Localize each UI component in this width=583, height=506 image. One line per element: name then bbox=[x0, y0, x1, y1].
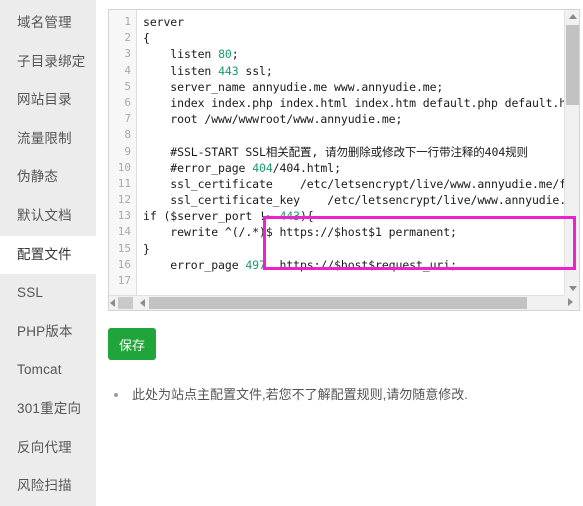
scroll-up-arrow-icon[interactable] bbox=[569, 14, 577, 19]
sidebar-item-12[interactable]: 风险扫描 bbox=[0, 467, 96, 506]
sidebar-item-4[interactable]: 伪静态 bbox=[0, 158, 96, 197]
line-number: 6 bbox=[124, 95, 131, 109]
line-number: 1 bbox=[124, 15, 131, 28]
line-number: 15 bbox=[117, 241, 131, 255]
line-number: 14 bbox=[117, 225, 131, 239]
sidebar-item-5[interactable]: 默认文档 bbox=[0, 197, 96, 236]
gutter-scrollbar[interactable] bbox=[109, 296, 137, 310]
code-line[interactable]: server bbox=[143, 14, 564, 30]
gutter-scrollbar-thumb[interactable] bbox=[118, 297, 133, 309]
scroll-down-arrow-icon[interactable] bbox=[569, 286, 577, 291]
note-text: 此处为站点主配置文件,若您不了解配置规则,请勿随意修改. bbox=[132, 387, 468, 402]
line-number: 13 bbox=[117, 209, 131, 223]
line-number: 4 bbox=[124, 63, 131, 77]
code-line[interactable] bbox=[143, 127, 564, 143]
sidebar-item-9[interactable]: Tomcat bbox=[0, 351, 96, 390]
line-number: 10 bbox=[117, 160, 131, 174]
note-item: 此处为站点主配置文件,若您不了解配置规则,请勿随意修改. bbox=[108, 385, 468, 405]
code-text-area[interactable]: server{ listen 80; listen 443 ssl; serve… bbox=[137, 10, 564, 295]
line-number: 9 bbox=[124, 144, 131, 158]
code-line[interactable]: #error_page 404/404.html; bbox=[143, 160, 564, 176]
code-line[interactable]: #SSL-START SSL相关配置, 请勿删除或修改下一行带注释的404规则 bbox=[143, 144, 564, 160]
sidebar-item-1[interactable]: 子目录绑定 bbox=[0, 43, 96, 82]
code-line[interactable]: ssl_certificate_key /etc/letsencrypt/liv… bbox=[143, 192, 564, 208]
line-number: 8 bbox=[124, 128, 131, 142]
line-number: 2 bbox=[124, 31, 131, 45]
save-button[interactable]: 保存 bbox=[108, 328, 156, 360]
sidebar-item-3[interactable]: 流量限制 bbox=[0, 120, 96, 159]
code-line[interactable]: root /www/wwwroot/www.annyudie.me; bbox=[143, 111, 564, 127]
scrollbar-corner[interactable] bbox=[564, 295, 579, 310]
sidebar-item-10[interactable]: 301重定向 bbox=[0, 390, 96, 429]
sidebar: 域名管理 子目录绑定 网站目录 流量限制 伪静态 默认文档 配置文件 SSL PHP版本 Tomc… bbox=[0, 0, 96, 506]
line-number: 11 bbox=[117, 176, 131, 190]
line-number: 7 bbox=[124, 112, 131, 126]
code-line[interactable] bbox=[143, 273, 564, 289]
line-number: 16 bbox=[117, 257, 131, 271]
code-line[interactable]: if ($server_port !~ 443){ bbox=[143, 208, 564, 224]
editor-horizontal-scrollbar[interactable] bbox=[109, 295, 564, 310]
sidebar-item-2[interactable]: 网站目录 bbox=[0, 81, 96, 120]
code-line[interactable]: error_page 497 https://$host$request_uri… bbox=[143, 257, 564, 273]
sidebar-item-7[interactable]: SSL bbox=[0, 274, 96, 313]
sidebar-item-0[interactable]: 域名管理 bbox=[0, 4, 96, 43]
line-number-gutter: 1 2 3 4 5 6 7 8 9 10 11 12 13 14 15 16 17 bbox=[109, 10, 137, 295]
code-line[interactable]: } bbox=[143, 241, 564, 257]
code-line[interactable]: { bbox=[143, 30, 564, 46]
horizontal-scrollbar-thumb[interactable] bbox=[149, 297, 527, 309]
bullet-icon bbox=[114, 393, 118, 397]
line-number: 5 bbox=[124, 79, 131, 93]
line-number: 12 bbox=[117, 193, 131, 207]
code-line[interactable]: ssl_certificate /etc/letsencrypt/live/ww… bbox=[143, 176, 564, 192]
horizontal-scrollbar-track[interactable] bbox=[138, 296, 564, 310]
code-line[interactable]: listen 443 ssl; bbox=[143, 63, 564, 79]
line-number: 17 bbox=[117, 274, 131, 287]
gutter-scroll-left-arrow-icon[interactable] bbox=[110, 299, 115, 307]
sidebar-item-6[interactable]: 配置文件 bbox=[0, 235, 96, 275]
sidebar-item-11[interactable]: 反向代理 bbox=[0, 429, 96, 468]
code-line[interactable]: rewrite ^(/.*)$ https://$host$1 permanen… bbox=[143, 224, 564, 240]
line-number: 3 bbox=[124, 47, 131, 61]
editor-vertical-scrollbar[interactable] bbox=[564, 10, 579, 295]
code-line[interactable]: index index.php index.html index.htm def… bbox=[143, 95, 564, 111]
sidebar-item-8[interactable]: PHP版本 bbox=[0, 313, 96, 352]
scroll-left-arrow-icon[interactable] bbox=[140, 299, 145, 307]
scroll-right-arrow-icon[interactable] bbox=[568, 298, 573, 306]
notes-list: 此处为站点主配置文件,若您不了解配置规则,请勿随意修改. bbox=[108, 385, 468, 405]
code-editor[interactable]: 1 2 3 4 5 6 7 8 9 10 11 12 13 14 15 16 17 server{ listen… bbox=[108, 9, 580, 311]
editor-body[interactable]: 1 2 3 4 5 6 7 8 9 10 11 12 13 14 15 16 17 server{ listen… bbox=[109, 10, 564, 295]
code-line[interactable]: listen 80; bbox=[143, 46, 564, 62]
vertical-scrollbar-thumb[interactable] bbox=[566, 25, 579, 105]
content-area: 1 2 3 4 5 6 7 8 9 10 11 12 13 14 15 16 17 server{ listen… bbox=[96, 0, 583, 506]
config-file-page: 域名管理 子目录绑定 网站目录 流量限制 伪静态 默认文档 配置文件 SSL PHP版本 Tomc… bbox=[0, 0, 583, 506]
code-line[interactable]: server_name annyudie.me www.annyudie.me; bbox=[143, 79, 564, 95]
